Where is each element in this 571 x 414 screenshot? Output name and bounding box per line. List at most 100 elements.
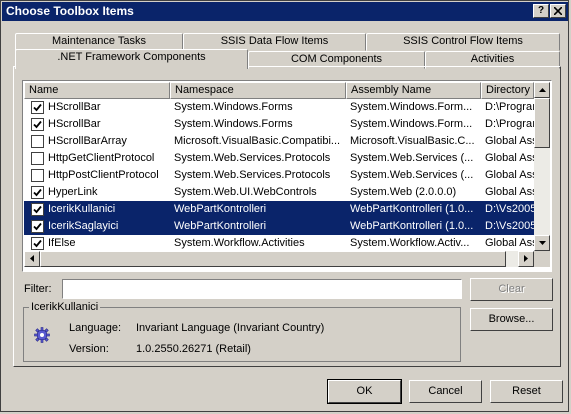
cell-directory: D:\Prograı [485, 101, 534, 113]
cell-assembly: System.Windows.Form... [350, 118, 473, 130]
details-group-title: IcerikKullanici [29, 301, 101, 313]
cell-namespace: System.Workflow.Activities [174, 237, 305, 249]
cell-name: IcerikSaglayici [48, 220, 119, 232]
cell-assembly: System.Web.Services (... [350, 169, 474, 181]
table-row[interactable]: HttpGetClientProtocol System.Web.Services… [24, 150, 534, 167]
row-checkbox[interactable] [31, 237, 44, 250]
cell-assembly: WebPartKontrolleri (1.0... [350, 203, 474, 215]
column-header-directory[interactable]: Directory [481, 82, 534, 99]
cell-name: HScrollBar [48, 118, 101, 130]
cell-namespace: WebPartKontrolleri [174, 220, 267, 232]
table-row[interactable]: HttpPostClientProtocol System.Web.Service… [24, 167, 534, 184]
scrollbar-corner [534, 251, 550, 267]
vertical-scrollbar[interactable] [534, 82, 550, 251]
checkmark-icon [33, 120, 42, 129]
cell-directory: Global Ass [485, 152, 534, 164]
cell-namespace: System.Web.UI.WebControls [174, 186, 317, 198]
horizontal-scroll-thumb[interactable] [40, 251, 506, 267]
table-row[interactable]: IcerikSaglayici WebPartKontrolleri WebPart… [24, 218, 534, 235]
cell-assembly: WebPartKontrolleri (1.0... [350, 220, 474, 232]
row-checkbox[interactable] [31, 118, 44, 131]
row-checkbox[interactable] [31, 186, 44, 199]
checkmark-icon [33, 188, 42, 197]
scroll-left-button[interactable] [24, 251, 40, 267]
scroll-down-button[interactable] [534, 235, 550, 251]
help-button[interactable]: ? [533, 4, 549, 18]
cell-directory: D:\Vs2005 [485, 203, 534, 215]
table-row[interactable]: HyperLink System.Web.UI.WebControls System… [24, 184, 534, 201]
version-label: Version: [69, 343, 109, 355]
cell-assembly: System.Windows.Form... [350, 101, 473, 113]
cell-assembly: System.Workflow.Activ... [350, 237, 470, 249]
ok-button[interactable]: OK [327, 379, 402, 404]
table-row[interactable]: IfElse System.Workflow.Activities System.W… [24, 235, 534, 252]
column-header-assembly-name[interactable]: Assembly Name [346, 82, 481, 99]
close-button[interactable] [550, 4, 566, 18]
cell-directory: Global Ass [485, 135, 534, 147]
cell-name: HScrollBar [48, 101, 101, 113]
scroll-up-button[interactable] [534, 82, 550, 98]
row-checkbox[interactable] [31, 169, 44, 182]
table-row[interactable]: HScrollBar System.Windows.Forms System.Win… [24, 116, 534, 133]
row-checkbox[interactable] [31, 220, 44, 233]
arrow-right-icon [524, 255, 528, 262]
cell-directory: D:\Vs2005 [485, 220, 534, 232]
language-label: Language: [69, 322, 121, 334]
table-row[interactable]: HScrollBarArray Microsoft.VisualBasic.Com… [24, 133, 534, 150]
horizontal-scrollbar[interactable] [24, 251, 534, 267]
cell-namespace: System.Windows.Forms [174, 101, 293, 113]
close-icon [553, 6, 563, 16]
title-bar[interactable]: Choose Toolbox Items ? [2, 2, 568, 21]
checkmark-icon [33, 239, 42, 248]
cell-assembly: System.Web (2.0.0.0) [350, 186, 457, 198]
cell-directory: Global Ass [485, 169, 534, 181]
grid-header: Name Namespace Assembly Name Directory [24, 82, 534, 99]
tab-net-framework-components[interactable]: .NET Framework Components [15, 49, 248, 69]
filter-label: Filter: [24, 283, 52, 295]
arrow-up-icon [538, 88, 546, 92]
filter-input[interactable] [62, 279, 462, 299]
row-checkbox[interactable] [31, 152, 44, 165]
choose-toolbox-items-dialog: Choose Toolbox Items ? Maintenance Tasks… [0, 0, 569, 412]
cell-name: HttpGetClientProtocol [48, 152, 155, 164]
cell-directory: D:\Prograı [485, 118, 534, 130]
cell-assembly: Microsoft.VisualBasic.C... [350, 135, 475, 147]
cancel-button[interactable]: Cancel [409, 380, 482, 403]
cell-namespace: System.Web.Services.Protocols [174, 152, 331, 164]
arrow-left-icon [30, 255, 34, 262]
cell-directory: Global Ass [485, 237, 534, 249]
language-value: Invariant Language (Invariant Country) [136, 322, 325, 334]
cell-name: HyperLink [48, 186, 98, 198]
browse-button[interactable]: Browse... [470, 308, 553, 331]
table-row[interactable]: IcerikKullanici WebPartKontrolleri WebPart… [24, 201, 534, 218]
row-checkbox[interactable] [31, 135, 44, 148]
cell-name: IfElse [48, 237, 76, 249]
cell-namespace: WebPartKontrolleri [174, 203, 267, 215]
column-header-name[interactable]: Name [24, 82, 170, 99]
table-row[interactable]: HScrollBar System.Windows.Forms System.Win… [24, 99, 534, 116]
checkmark-icon [33, 205, 42, 214]
gear-icon [34, 327, 50, 346]
row-checkbox[interactable] [31, 101, 44, 114]
components-grid[interactable]: Name Namespace Assembly Name Directory H… [22, 80, 552, 272]
window-title: Choose Toolbox Items [6, 4, 134, 18]
cell-assembly: System.Web.Services (... [350, 152, 474, 164]
tab-ssis-control-flow-items[interactable]: SSIS Control Flow Items [366, 33, 560, 51]
row-checkbox[interactable] [31, 203, 44, 216]
version-value: 1.0.2550.26271 (Retail) [136, 343, 251, 355]
vertical-scroll-thumb[interactable] [534, 98, 550, 148]
column-header-namespace[interactable]: Namespace [170, 82, 346, 99]
cell-name: HttpPostClientProtocol [48, 169, 159, 181]
cell-namespace: System.Web.Services.Protocols [174, 169, 331, 181]
cell-name: IcerikKullanici [48, 203, 116, 215]
reset-button[interactable]: Reset [490, 380, 563, 403]
arrow-down-icon [538, 241, 546, 245]
clear-button[interactable]: Clear [470, 278, 553, 301]
cell-namespace: System.Windows.Forms [174, 118, 293, 130]
checkmark-icon [33, 222, 42, 231]
checkmark-icon [33, 103, 42, 112]
scroll-right-button[interactable] [518, 251, 534, 267]
cell-directory: Global Ass [485, 186, 534, 198]
cell-namespace: Microsoft.VisualBasic.Compatibi... [174, 135, 341, 147]
cell-name: HScrollBarArray [48, 135, 127, 147]
